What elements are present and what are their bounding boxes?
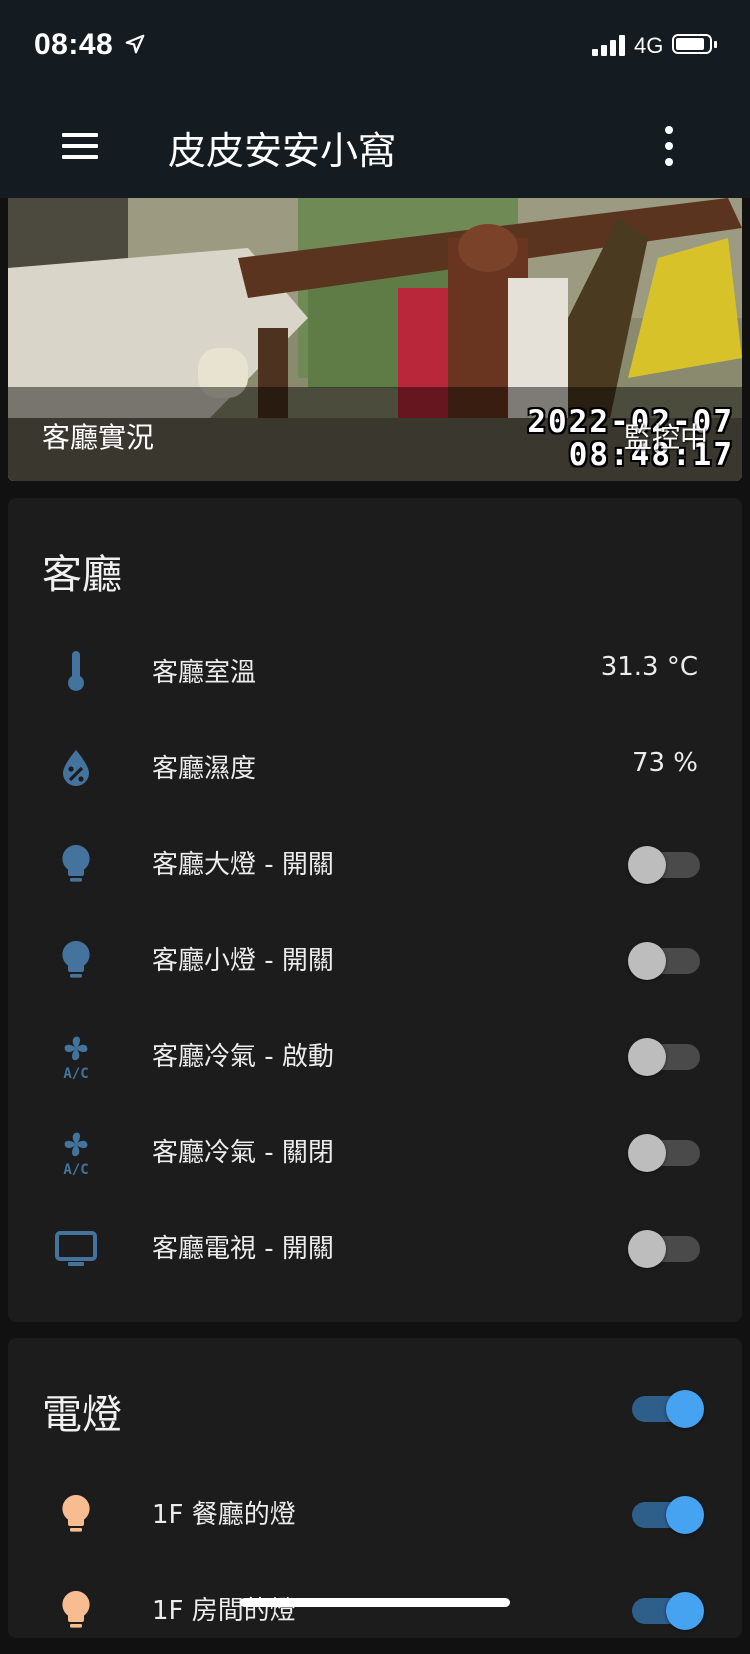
lightbulb-icon: [62, 941, 90, 978]
entity-label: 客廳電視 - 開關: [152, 1234, 334, 1264]
toggle-switch[interactable]: [628, 1038, 704, 1076]
app-title: 皮皮安安小窩: [168, 129, 397, 173]
location-arrow-icon: [125, 34, 145, 54]
entity-label: 1F 房間的燈: [152, 1596, 296, 1626]
toggle-switch[interactable]: [628, 1230, 704, 1268]
entity-row-temperature[interactable]: 客廳室溫 31.3 °C: [8, 626, 742, 716]
entity-label: 客廳冷氣 - 啟動: [152, 1042, 334, 1072]
television-icon: [55, 1231, 97, 1266]
lightbulb-icon: [62, 1591, 90, 1628]
entity-row-tv: 客廳電視 - 開關: [8, 1202, 742, 1292]
svg-text:A/C: A/C: [63, 1066, 88, 1080]
entity-label: 客廳冷氣 - 關閉: [152, 1138, 334, 1168]
living-room-card: 客廳 客廳室溫 31.3 °C 客廳濕度 73 % 客廳大燈 - 開關 客廳小燈…: [8, 498, 742, 1322]
camera-card[interactable]: 客廳實況 2022-02-07 08:48:17 監控中: [8, 198, 742, 481]
app-bar: 皮皮安安小窩: [0, 94, 750, 198]
entity-row-small-light: 客廳小燈 - 開關: [8, 914, 742, 1004]
entity-row-humidity[interactable]: 客廳濕度 73 %: [8, 722, 742, 812]
entity-row-ac-stop: A/C 客廳冷氣 - 關閉: [8, 1106, 742, 1196]
toggle-switch[interactable]: [628, 846, 704, 884]
lightbulb-icon: [62, 845, 90, 882]
master-toggle-switch[interactable]: [628, 1390, 704, 1428]
entity-row-dining-light: 1F 餐廳的燈: [8, 1468, 742, 1558]
camera-title: 客廳實況: [42, 421, 155, 454]
more-vertical-icon[interactable]: [654, 124, 684, 168]
entity-label: 客廳濕度: [152, 754, 257, 784]
entity-row-ac-start: A/C 客廳冷氣 - 啟動: [8, 1010, 742, 1100]
card-title: 電燈: [42, 1392, 122, 1438]
battery-icon: [672, 34, 717, 54]
svg-text:A/C: A/C: [63, 1162, 88, 1176]
water-percent-icon: [63, 750, 89, 786]
cellular-signal-icon: [592, 34, 626, 56]
entity-row-main-light: 客廳大燈 - 開關: [8, 818, 742, 908]
entity-label: 客廳小燈 - 開關: [152, 946, 334, 976]
status-time: 08:48: [34, 28, 114, 61]
hamburger-menu-icon[interactable]: [56, 129, 98, 163]
network-type: 4G: [634, 33, 664, 58]
thermometer-icon: [68, 651, 84, 691]
air-conditioner-icon: A/C: [63, 1132, 89, 1176]
toggle-switch[interactable]: [628, 1496, 704, 1534]
lights-card: 電燈 1F 餐廳的燈 1F 房間的燈: [8, 1338, 742, 1638]
toggle-switch[interactable]: [628, 942, 704, 980]
lightbulb-icon: [62, 1495, 90, 1532]
entity-value: 31.3 °C: [600, 652, 698, 682]
entity-label: 客廳大燈 - 開關: [152, 850, 334, 880]
entity-label: 1F 餐廳的燈: [152, 1500, 296, 1530]
air-conditioner-icon: A/C: [63, 1036, 89, 1080]
card-title: 客廳: [42, 552, 122, 598]
camera-status: 監控中: [624, 421, 709, 454]
toggle-switch[interactable]: [628, 1134, 704, 1172]
status-bar: 08:48 4G: [0, 0, 750, 94]
entity-label: 客廳室溫: [152, 658, 257, 688]
entity-row-room-light: 1F 房間的燈: [8, 1564, 742, 1654]
toggle-switch[interactable]: [628, 1592, 704, 1630]
entity-value: 73 %: [631, 748, 698, 778]
home-indicator[interactable]: [240, 1598, 510, 1607]
